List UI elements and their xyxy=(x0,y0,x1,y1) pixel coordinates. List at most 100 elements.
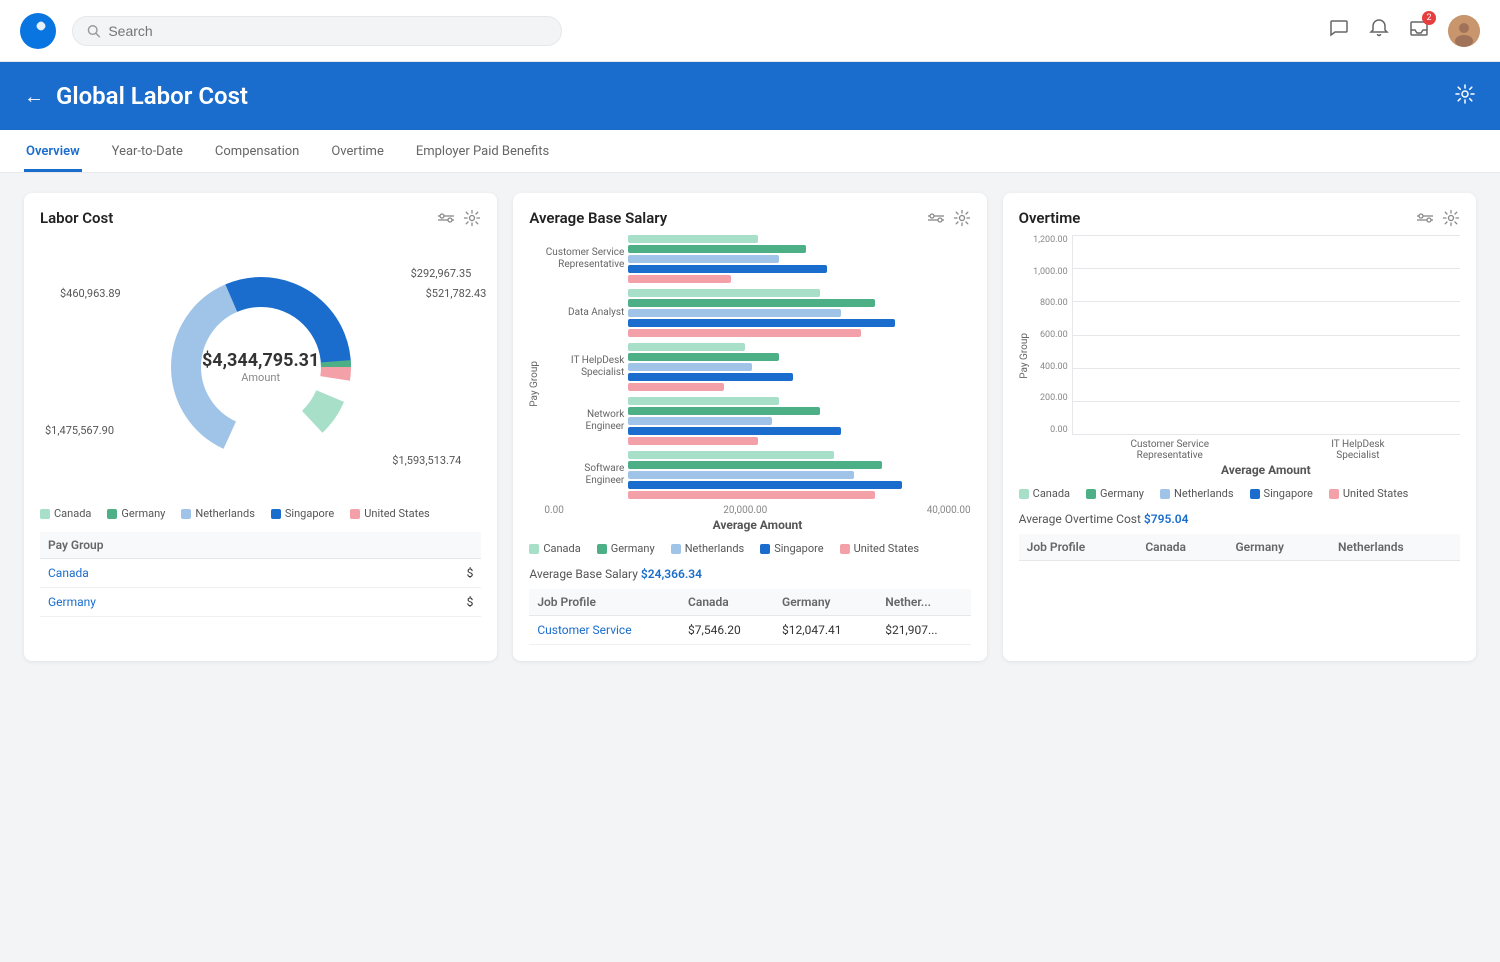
overtime-col-netherlands: Netherlands xyxy=(1330,534,1460,561)
y-tick-1000: 1,000.00 xyxy=(1033,267,1068,277)
avg-salary-x-title: Average Amount xyxy=(544,518,970,532)
legend-netherlands: Netherlands xyxy=(671,542,745,555)
back-button[interactable]: ← xyxy=(24,84,44,109)
avg-salary-table: Job Profile Canada Germany Nether... Cus… xyxy=(529,589,970,645)
hbar-ne-singapore xyxy=(628,427,840,435)
legend-dot-singapore xyxy=(271,509,281,519)
tab-compensation[interactable]: Compensation xyxy=(213,130,301,172)
legend-dot-canada xyxy=(40,509,50,519)
hbar-csr-germany xyxy=(628,245,806,253)
hbar-se-us xyxy=(628,491,874,499)
inbox-icon[interactable]: 2 xyxy=(1408,17,1430,44)
legend-label-netherlands: Netherlands xyxy=(1174,487,1234,500)
chat-icon[interactable] xyxy=(1328,17,1350,44)
overtime-icons xyxy=(1416,209,1460,227)
legend-germany: Germany xyxy=(107,507,165,520)
hbar-bars-it xyxy=(628,343,970,391)
legend-germany: Germany xyxy=(597,542,655,555)
x-label-it: IT HelpDeskSpecialist xyxy=(1264,439,1452,461)
legend-singapore: Singapore xyxy=(760,542,823,555)
filter-icon[interactable] xyxy=(927,209,945,227)
legend-us: United States xyxy=(1329,487,1408,500)
overtime-x-title: Average Amount xyxy=(1034,463,1460,477)
page-header: ← Global Labor Cost xyxy=(0,62,1500,130)
hbar-it-germany xyxy=(628,353,779,361)
bell-icon[interactable] xyxy=(1368,17,1390,44)
hbar-label-se: SoftwareEngineer xyxy=(544,463,624,487)
tab-overtime[interactable]: Overtime xyxy=(329,130,385,172)
overtime-header: Overtime xyxy=(1019,209,1460,227)
y-tick-1200: 1,200.00 xyxy=(1033,235,1068,245)
table-cell-profile[interactable]: Customer Service xyxy=(529,616,680,645)
y-axis-label: Pay Group xyxy=(529,361,540,407)
hbar-label-it: IT HelpDeskSpecialist xyxy=(544,355,624,379)
gear-icon[interactable] xyxy=(463,209,481,227)
filter-icon[interactable] xyxy=(1416,209,1434,227)
settings-icon[interactable] xyxy=(1454,83,1476,110)
search-input[interactable] xyxy=(108,23,547,39)
avg-salary-legend: Canada Germany Netherlands Singapore Uni… xyxy=(529,542,970,555)
legend-dot-germany xyxy=(597,544,607,554)
table-col-canada: Canada xyxy=(680,589,774,616)
gear-icon[interactable] xyxy=(1442,209,1460,227)
donut-label-singapore: $1,475,567.90 xyxy=(45,424,114,437)
x-label-csr: Customer ServiceRepresentative xyxy=(1076,439,1264,461)
table-col-germany: Germany xyxy=(774,589,877,616)
tab-year-to-date[interactable]: Year-to-Date xyxy=(110,130,185,172)
main-content: Labor Cost xyxy=(0,173,1500,681)
hbar-chart-container: Pay Group Customer ServiceRepresentative xyxy=(529,235,970,532)
donut-center: $4,344,795.31 Amount xyxy=(202,350,319,384)
x-tick-20k: 20,000.00 xyxy=(723,505,767,516)
legend-label-singapore: Singapore xyxy=(285,507,334,520)
donut-label-germany: $521,782.43 xyxy=(426,287,487,300)
hbar-bars-se xyxy=(628,451,970,499)
search-box[interactable] xyxy=(72,16,562,46)
hbar-se-canada xyxy=(628,451,833,459)
avg-salary-value: $24,366.34 xyxy=(641,567,702,581)
labor-cost-legend: Canada Germany Netherlands Singapore Uni… xyxy=(40,507,481,520)
hbar-it-us xyxy=(628,383,724,391)
page-title: Global Labor Cost xyxy=(56,82,248,110)
hbar-csr-netherlands xyxy=(628,255,779,263)
table-row: Germany $ xyxy=(40,588,481,617)
legend-canada: Canada xyxy=(529,542,580,555)
hbar-se-netherlands xyxy=(628,471,854,479)
hbar-da-us xyxy=(628,329,861,337)
legend-us: United States xyxy=(840,542,919,555)
hbar-csr-us xyxy=(628,275,731,283)
legend-dot-canada xyxy=(529,544,539,554)
user-avatar[interactable] xyxy=(1448,15,1480,47)
hbar-bars-ne xyxy=(628,397,970,445)
donut-label-text: Amount xyxy=(202,371,319,384)
table-cell-germany[interactable]: Germany xyxy=(40,588,375,617)
avg-salary-title: Average Base Salary xyxy=(529,209,667,227)
hbar-bars-da xyxy=(628,289,970,337)
legend-label-netherlands: Netherlands xyxy=(195,507,255,520)
table-col-netherlands: Nether... xyxy=(877,589,970,616)
overtime-avg-value: $795.04 xyxy=(1144,512,1189,526)
legend-dot-us xyxy=(1329,489,1339,499)
hbar-it-canada xyxy=(628,343,744,351)
table-cell-canada[interactable]: Canada xyxy=(40,559,375,588)
overtime-col-canada: Canada xyxy=(1137,534,1227,561)
hbar-label-da: Data Analyst xyxy=(544,307,624,319)
avg-salary-icons xyxy=(927,209,971,227)
y-tick-200: 200.00 xyxy=(1040,393,1068,403)
legend-dot-germany xyxy=(1086,489,1096,499)
donut-chart: $292,967.35 $521,782.43 $460,963.89 $1,4… xyxy=(40,237,481,497)
legend-label-germany: Germany xyxy=(1100,487,1144,500)
tab-employer-paid-benefits[interactable]: Employer Paid Benefits xyxy=(414,130,551,172)
workday-logo[interactable] xyxy=(20,13,56,49)
legend-canada: Canada xyxy=(1019,487,1070,500)
nav-icons: 2 xyxy=(1328,15,1480,47)
legend-dot-canada xyxy=(1019,489,1029,499)
hbar-ne-us xyxy=(628,437,758,445)
gear-icon[interactable] xyxy=(953,209,971,227)
vbar-chart-container: Pay Group 1,200.00 1,000.00 800.00 600.0… xyxy=(1019,235,1460,477)
hbar-chart: Customer ServiceRepresentative Data Anal… xyxy=(544,235,970,532)
filter-icon[interactable] xyxy=(437,209,455,227)
tab-overview[interactable]: Overview xyxy=(24,130,82,172)
legend-canada: Canada xyxy=(40,507,91,520)
legend-dot-us xyxy=(350,509,360,519)
legend-label-canada: Canada xyxy=(1033,487,1070,500)
